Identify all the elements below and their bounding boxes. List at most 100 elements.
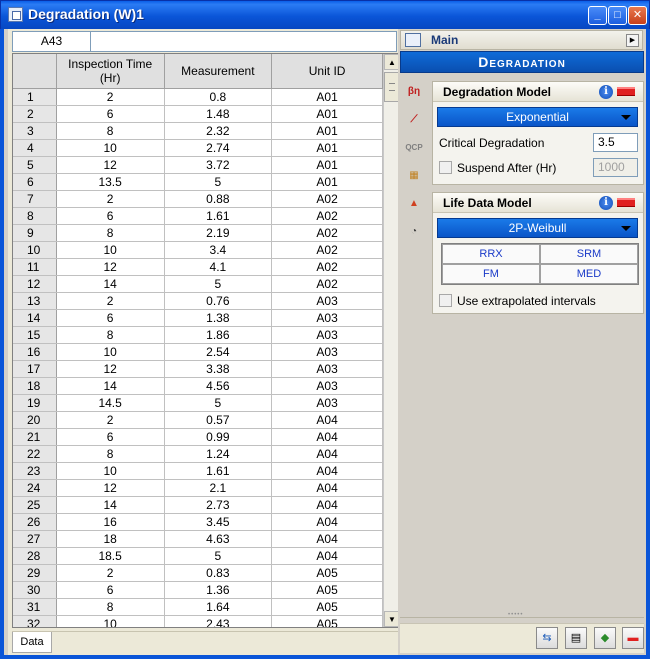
table-cell[interactable]: 6 xyxy=(56,428,165,446)
table-cell[interactable]: A04 xyxy=(271,411,383,429)
plot-icon[interactable]: ⟋ xyxy=(403,109,425,131)
table-cell[interactable]: 2.43 xyxy=(164,615,273,627)
row-number[interactable]: 1 xyxy=(13,88,57,106)
degradation-model-dropdown[interactable]: Exponential xyxy=(437,107,638,127)
table-cell[interactable]: 0.83 xyxy=(164,564,273,582)
table-cell[interactable]: 18.5 xyxy=(56,547,165,565)
table-cell[interactable]: A01 xyxy=(271,156,383,174)
table-cell[interactable]: 3.4 xyxy=(164,241,273,259)
row-number[interactable]: 22 xyxy=(13,445,57,463)
row-number[interactable]: 30 xyxy=(13,581,57,599)
table-cell[interactable]: 1.64 xyxy=(164,598,273,616)
srm-button[interactable]: SRM xyxy=(540,244,638,264)
row-number[interactable]: 20 xyxy=(13,411,57,429)
collapse-icon[interactable] xyxy=(617,87,635,96)
table-cell[interactable]: 0.8 xyxy=(164,88,273,106)
table-cell[interactable]: A02 xyxy=(271,190,383,208)
table-cell[interactable]: A03 xyxy=(271,377,383,395)
table-cell[interactable]: 2.1 xyxy=(164,479,273,497)
row-number[interactable]: 2 xyxy=(13,105,57,123)
maximize-button[interactable]: □ xyxy=(608,6,627,25)
row-number[interactable]: 15 xyxy=(13,326,57,344)
info-icon[interactable]: i xyxy=(599,85,613,99)
gauge-icon[interactable]: ◔ xyxy=(403,221,425,243)
row-number[interactable]: 11 xyxy=(13,258,57,276)
row-number[interactable]: 13 xyxy=(13,292,57,310)
table-cell[interactable]: A01 xyxy=(271,122,383,140)
table-cell[interactable]: 8 xyxy=(56,445,165,463)
table-cell[interactable]: 10 xyxy=(56,462,165,480)
table-cell[interactable]: 16 xyxy=(56,513,165,531)
row-number[interactable]: 26 xyxy=(13,513,57,531)
table-cell[interactable]: 8 xyxy=(56,122,165,140)
table-cell[interactable]: 8 xyxy=(56,598,165,616)
table-cell[interactable]: A03 xyxy=(271,343,383,361)
table-cell[interactable]: A01 xyxy=(271,173,383,191)
table-cell[interactable]: 2.19 xyxy=(164,224,273,242)
table-cell[interactable]: 6 xyxy=(56,309,165,327)
table-cell[interactable]: 5 xyxy=(164,275,273,293)
table-cell[interactable]: 10 xyxy=(56,241,165,259)
table-cell[interactable]: A02 xyxy=(271,241,383,259)
suspend-after-checkbox[interactable] xyxy=(439,161,452,174)
row-number[interactable]: 21 xyxy=(13,428,57,446)
table-cell[interactable]: 10 xyxy=(56,139,165,157)
row-number[interactable]: 29 xyxy=(13,564,57,582)
table-cell[interactable]: A01 xyxy=(271,105,383,123)
table-cell[interactable]: A04 xyxy=(271,513,383,531)
row-number[interactable]: 31 xyxy=(13,598,57,616)
row-number[interactable]: 10 xyxy=(13,241,57,259)
parameters-icon[interactable]: βη xyxy=(403,81,425,103)
table-cell[interactable]: 18 xyxy=(56,530,165,548)
table-cell[interactable]: 14 xyxy=(56,496,165,514)
table-cell[interactable]: 6 xyxy=(56,207,165,225)
table-cell[interactable]: 1.36 xyxy=(164,581,273,599)
table-cell[interactable]: 3.45 xyxy=(164,513,273,531)
table-cell[interactable]: 2 xyxy=(56,564,165,582)
main-header[interactable]: Main ▶ xyxy=(400,30,643,50)
row-number[interactable]: 7 xyxy=(13,190,57,208)
table-cell[interactable]: 0.76 xyxy=(164,292,273,310)
formula-input[interactable] xyxy=(93,32,396,51)
table-cell[interactable]: 14.5 xyxy=(56,394,165,412)
table-cell[interactable]: 6 xyxy=(56,581,165,599)
table-cell[interactable]: 1.48 xyxy=(164,105,273,123)
row-number[interactable]: 6 xyxy=(13,173,57,191)
table-cell[interactable]: 12 xyxy=(56,479,165,497)
table-cell[interactable]: 2 xyxy=(56,292,165,310)
table-cell[interactable]: 8 xyxy=(56,326,165,344)
sheet-view-icon[interactable]: ▤ xyxy=(565,627,587,649)
table-cell[interactable]: 2.32 xyxy=(164,122,273,140)
row-number[interactable]: 16 xyxy=(13,343,57,361)
table-cell[interactable]: A02 xyxy=(271,224,383,242)
row-number[interactable]: 9 xyxy=(13,224,57,242)
table-cell[interactable]: A04 xyxy=(271,496,383,514)
table-cell[interactable]: A02 xyxy=(271,258,383,276)
table-cell[interactable]: 1.61 xyxy=(164,462,273,480)
table-cell[interactable]: A04 xyxy=(271,462,383,480)
row-number[interactable]: 14 xyxy=(13,309,57,327)
calculate-icon[interactable]: ◆ xyxy=(594,627,616,649)
table-cell[interactable]: A04 xyxy=(271,479,383,497)
close-button[interactable]: ✕ xyxy=(628,6,647,25)
table-cell[interactable]: 0.57 xyxy=(164,411,273,429)
table-cell[interactable]: 2.73 xyxy=(164,496,273,514)
table-cell[interactable]: 12 xyxy=(56,156,165,174)
row-number[interactable]: 32 xyxy=(13,615,57,627)
table-cell[interactable]: 5 xyxy=(164,547,273,565)
suspend-after-input[interactable]: 1000 xyxy=(593,158,638,177)
table-cell[interactable]: 2.54 xyxy=(164,343,273,361)
table-cell[interactable]: A04 xyxy=(271,530,383,548)
table-cell[interactable]: A03 xyxy=(271,394,383,412)
table-cell[interactable]: 2 xyxy=(56,190,165,208)
table-cell[interactable]: 1.38 xyxy=(164,309,273,327)
table-cell[interactable]: 10 xyxy=(56,343,165,361)
table-cell[interactable]: 2 xyxy=(56,88,165,106)
table-cell[interactable]: 8 xyxy=(56,224,165,242)
table-cell[interactable]: 1.24 xyxy=(164,445,273,463)
table-cell[interactable]: A02 xyxy=(271,207,383,225)
table-cell[interactable]: 0.88 xyxy=(164,190,273,208)
rrx-button[interactable]: RRX xyxy=(442,244,540,264)
table-cell[interactable]: 6 xyxy=(56,105,165,123)
sheet-tab-data[interactable]: Data xyxy=(12,632,52,653)
